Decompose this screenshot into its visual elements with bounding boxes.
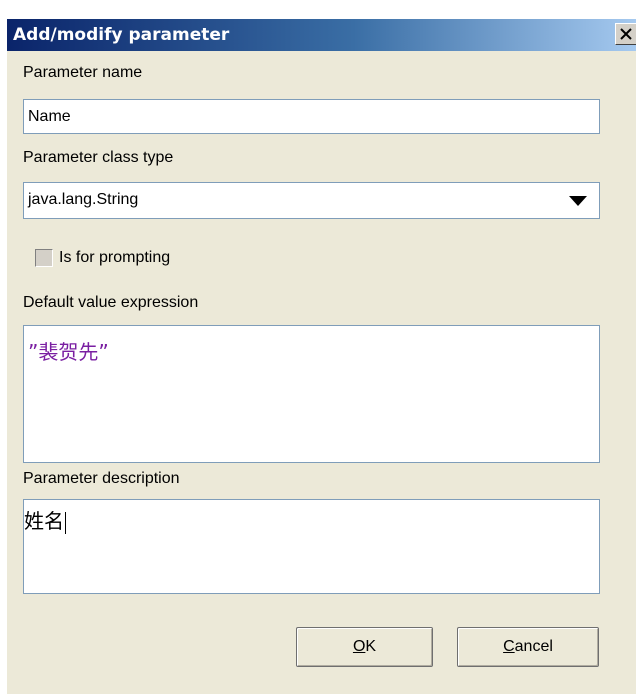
parameter-name-label: Parameter name (23, 64, 143, 81)
cancel-mnemonic: C (503, 638, 515, 655)
cancel-button[interactable]: Cancel (457, 627, 599, 667)
parameter-description-text: 姓名 (24, 509, 66, 534)
default-value-expression-text: ”裴贺先” (28, 340, 109, 364)
close-icon (620, 28, 632, 40)
is-for-prompting-checkbox[interactable] (35, 249, 53, 267)
add-modify-parameter-dialog: Add/modify parameter Parameter name Name… (6, 18, 636, 694)
triangle-down-icon (569, 196, 587, 206)
parameter-name-field[interactable]: Name (23, 99, 600, 134)
cancel-label-rest: ancel (514, 638, 553, 655)
parameter-description-label: Parameter description (23, 470, 180, 487)
parameter-class-type-value: java.lang.String (28, 191, 139, 208)
parameter-class-type-label: Parameter class type (23, 149, 174, 166)
close-button[interactable] (615, 23, 636, 45)
dialog-title: Add/modify parameter (13, 25, 230, 45)
parameter-name-value: Name (28, 108, 71, 125)
text-caret (65, 511, 66, 534)
ok-mnemonic: O (352, 638, 366, 655)
title-bar[interactable]: Add/modify parameter (7, 19, 636, 51)
is-for-prompting-label: Is for prompting (59, 249, 171, 266)
ok-button[interactable]: OK (296, 627, 433, 667)
default-value-expression-label: Default value expression (23, 294, 199, 311)
parameter-class-type-select[interactable]: java.lang.String (23, 182, 600, 219)
parameter-description-textarea[interactable]: 姓名 (23, 499, 600, 594)
default-value-expression-textarea[interactable]: ”裴贺先” (23, 325, 600, 463)
ok-label-rest: K (365, 638, 377, 655)
